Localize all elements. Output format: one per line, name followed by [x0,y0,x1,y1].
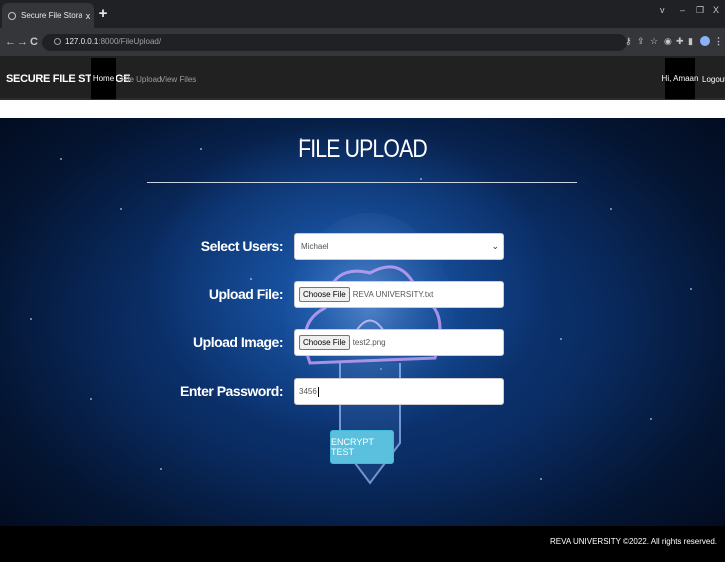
select-users-label: Select Users: [200,238,284,254]
info-icon[interactable] [54,38,61,45]
select-users-dropdown[interactable]: Michael ⌄ [294,233,504,260]
upload-file-name: REVA UNIVERSITY.txt [352,290,434,299]
choose-file-button[interactable]: Choose File [299,287,350,302]
hero-background: FILE UPLOAD Select Users: Michael ⌄ Uplo… [0,118,725,526]
tab-title: Secure File Storage [21,11,82,20]
choose-image-button[interactable]: Choose File [299,335,350,350]
globe-icon [8,11,16,20]
select-users-value: Michael [301,242,329,251]
puzzle-icon[interactable]: ✚ [676,36,684,47]
back-button[interactable]: ← [5,36,16,48]
menu-icon[interactable]: ⋮ [714,36,723,47]
nav-file-upload[interactable]: File Upload [121,75,161,84]
tab-close-icon[interactable]: x [82,11,94,21]
upload-image-input[interactable]: Choose File test2.png [294,329,504,356]
nav-user-greeting[interactable]: Hi, Amaan [662,58,698,99]
url-path: :8000/FileUpload/ [98,37,162,46]
reload-button[interactable]: C [30,36,38,48]
browser-tab[interactable]: Secure File Storage x [2,3,94,28]
new-tab-button[interactable]: + [96,5,110,22]
minimize-button[interactable]: – [680,5,685,15]
sidebar-icon[interactable]: ▮ [688,36,693,47]
nav-view-files[interactable]: View Files [160,75,196,84]
share-icon[interactable]: ⇪ [637,36,645,47]
upload-image-name: test2.png [352,338,386,347]
footer-copyright: REVA UNIVERSITY ©2022. All rights reserv… [550,537,717,546]
encrypt-button[interactable]: ENCRYPT TEST [330,430,394,464]
key-icon[interactable]: ⚷ [625,36,632,47]
forward-button[interactable]: → [17,36,28,48]
title-divider [147,182,577,183]
upload-file-input[interactable]: Choose File REVA UNIVERSITY.txt [294,281,504,308]
nav-logout[interactable]: Logout [702,75,725,84]
close-window-button[interactable]: X [713,5,719,15]
url-text: 127.0.0.1:8000/FileUpload/ [54,37,161,46]
chevron-down-icon: ⌄ [491,241,499,251]
password-label: Enter Password: [180,383,283,399]
text-caret [317,386,319,397]
password-value: 3456 [299,387,317,396]
upload-image-label: Upload Image: [193,334,283,350]
profile-icon[interactable] [700,36,710,46]
password-input[interactable]: 3456 [294,378,504,405]
restore-button[interactable]: ❐ [696,5,704,16]
tab-search-icon[interactable]: v [660,5,665,15]
page-title: FILE UPLOAD [298,135,428,163]
url-host: 127.0.0.1 [65,37,99,46]
nav-home[interactable]: Home [91,58,116,99]
star-icon[interactable]: ☆ [650,36,658,47]
extension-icon[interactable]: ◉ [664,36,672,47]
upload-file-label: Upload File: [208,286,284,302]
